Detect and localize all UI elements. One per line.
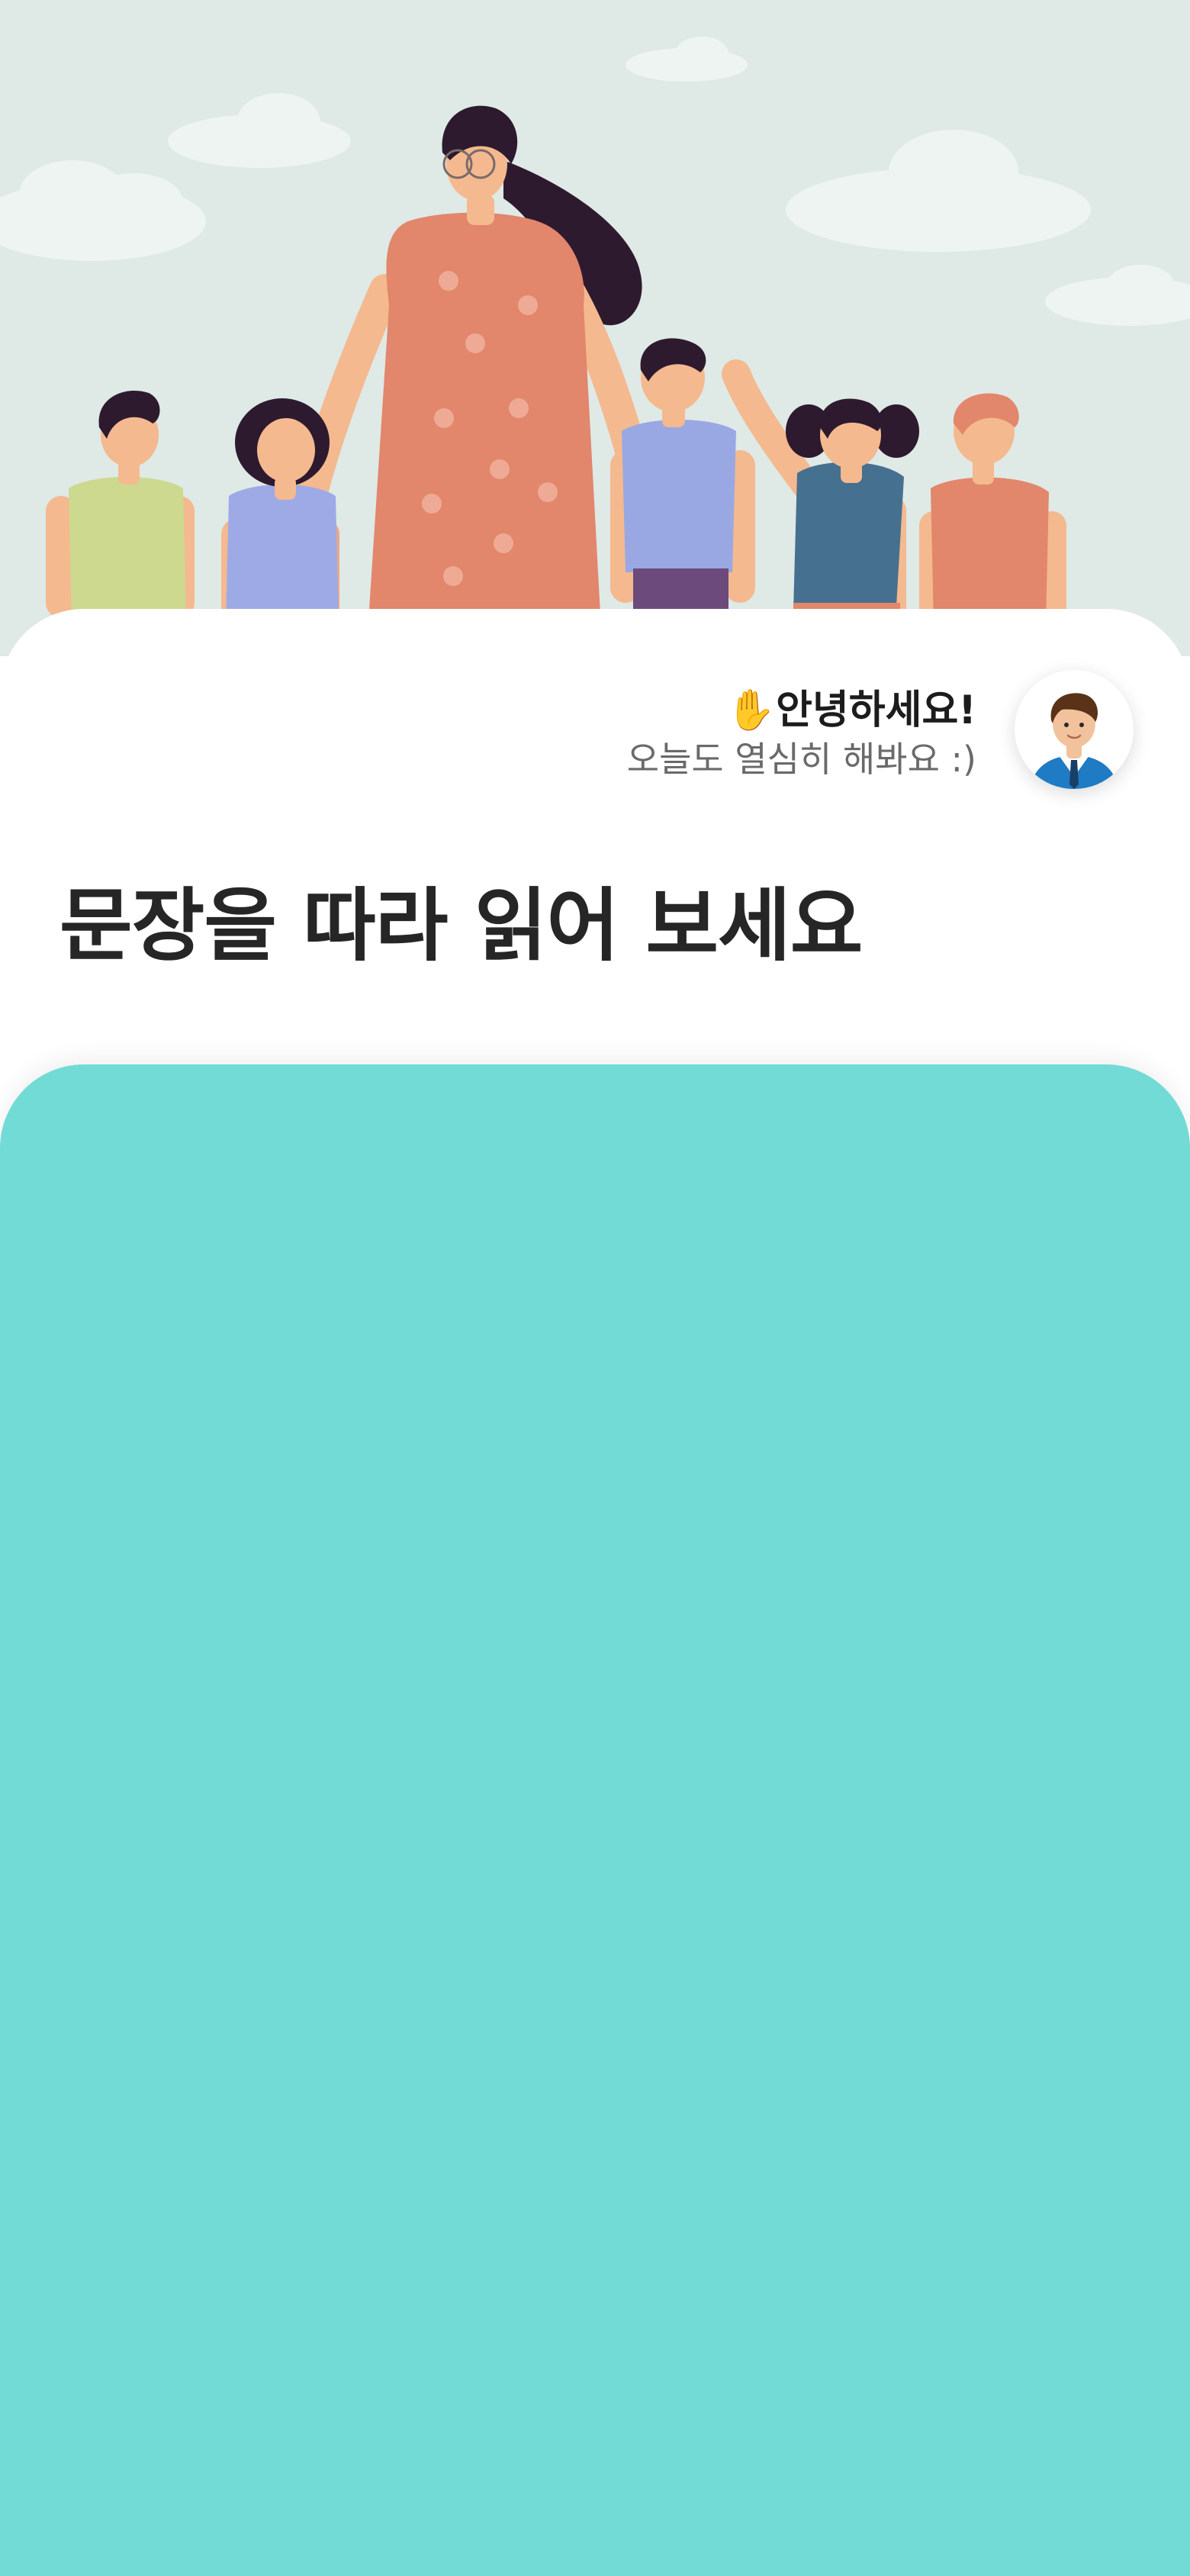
wave-hand-icon: ✋ bbox=[726, 687, 777, 733]
page-title: 문장을 따라 읽어 보세요 bbox=[60, 879, 863, 972]
reading-panel bbox=[0, 1064, 1190, 2576]
greeting-block: ✋안녕하세요! 오늘도 열심히 해봐요 :) bbox=[627, 685, 976, 783]
teacher-avatar-icon bbox=[1030, 693, 1118, 789]
avatar[interactable] bbox=[1015, 670, 1134, 789]
teacher-figure bbox=[293, 105, 657, 656]
greeting-subtitle: 오늘도 열심히 해봐요 :) bbox=[626, 739, 976, 780]
hero-illustration bbox=[0, 0, 1190, 656]
greeting-title-text: 안녕하세요! bbox=[776, 687, 976, 733]
teacher-and-children-illustration bbox=[0, 37, 1190, 656]
greeting-title: ✋안녕하세요! bbox=[627, 685, 976, 736]
